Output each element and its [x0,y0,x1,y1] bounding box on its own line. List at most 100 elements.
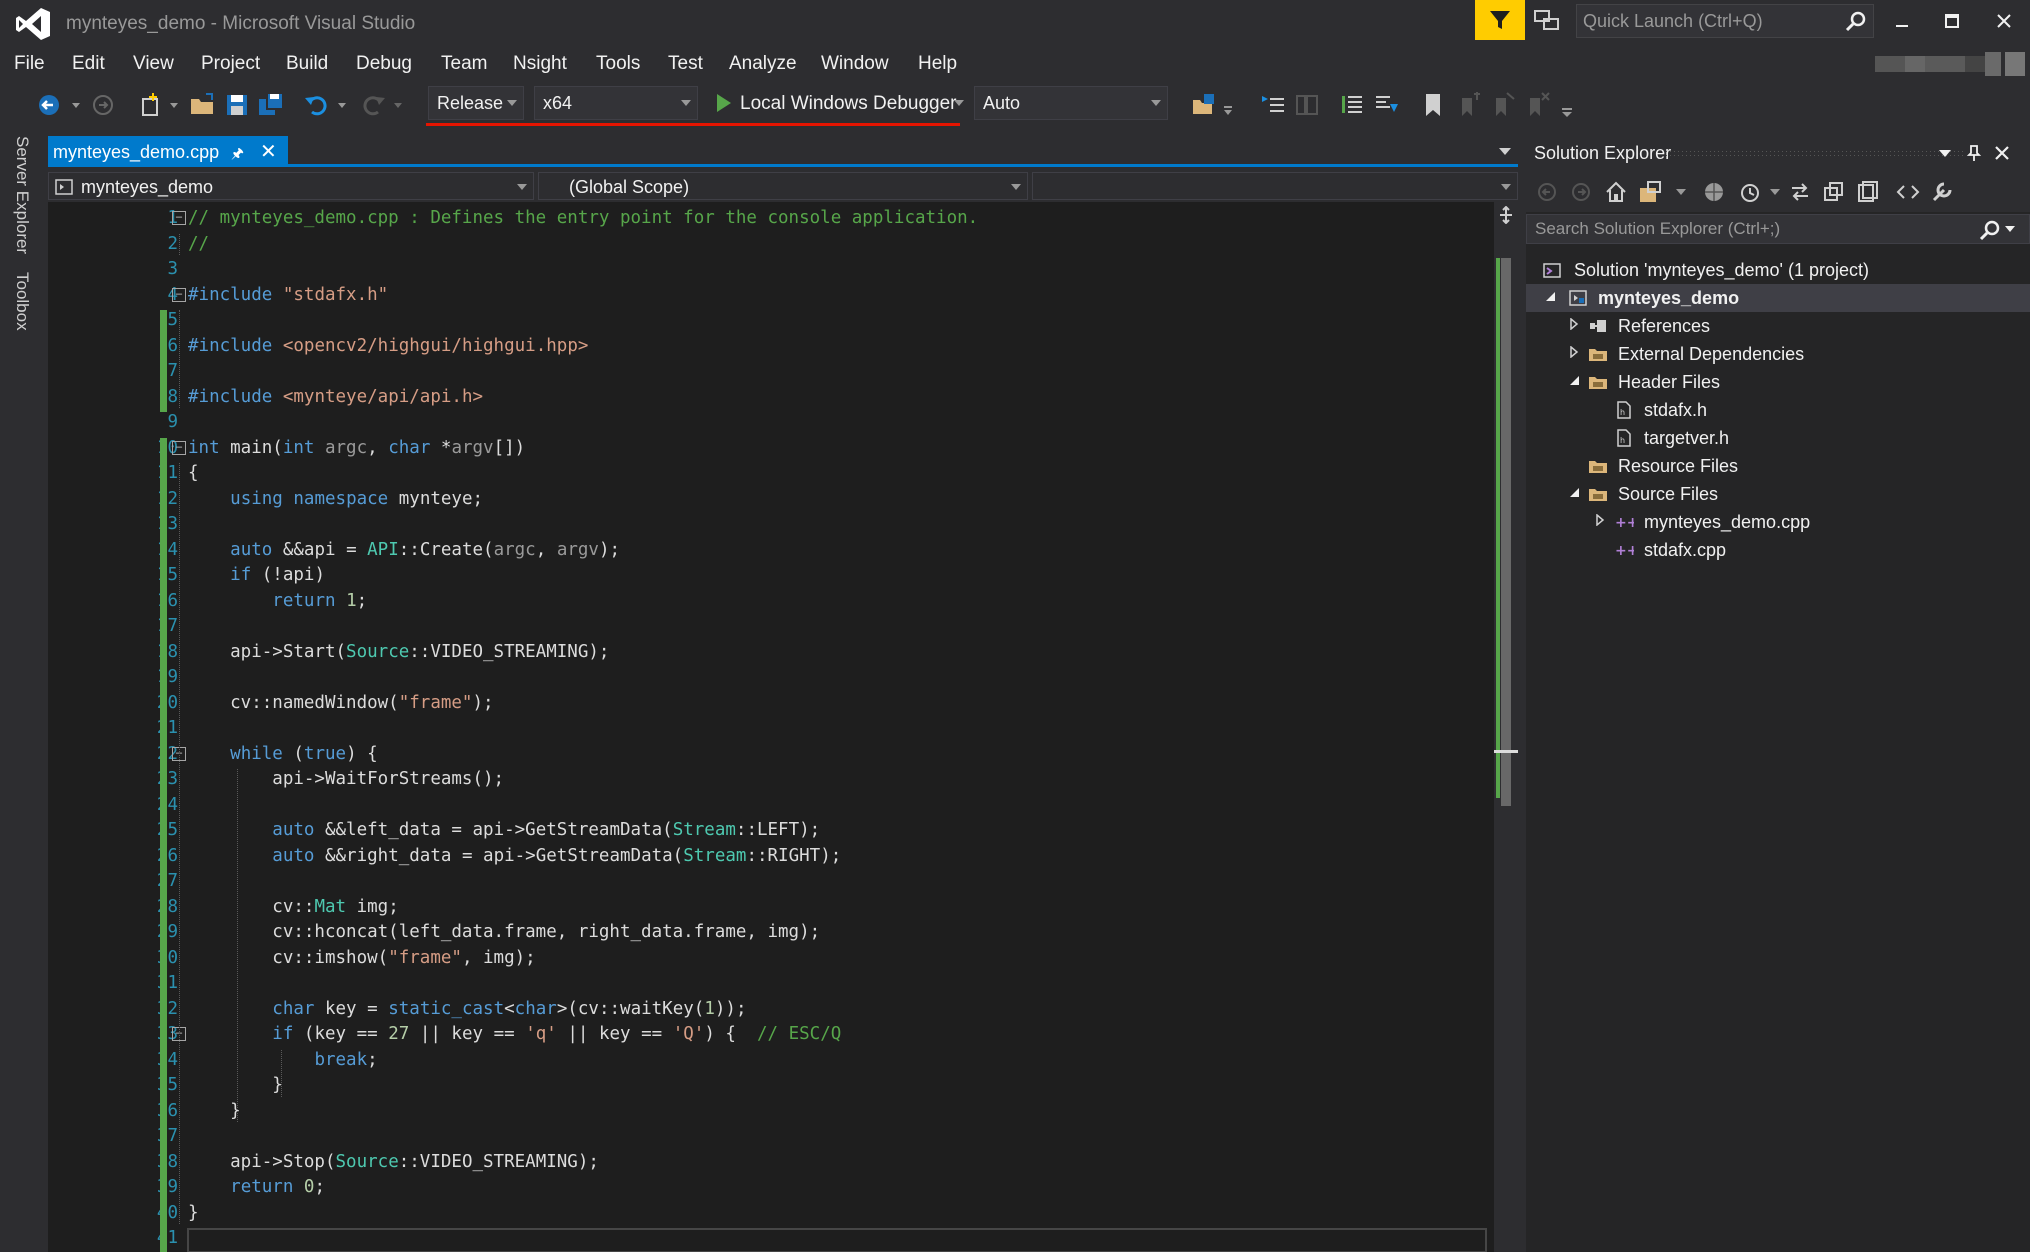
code-line[interactable]: 16 return 1; [48,591,1494,617]
code-line[interactable]: 30 cv::imshow("frame", img); [48,948,1494,974]
code-line[interactable]: 11{ [48,463,1494,489]
view-code-icon[interactable] [1896,180,1920,204]
collapse-all-icon[interactable] [1822,180,1846,204]
clear-bookmarks-icon[interactable] [1522,90,1552,120]
platform-dropdown[interactable]: x64 [534,86,698,120]
chevron-down-icon[interactable] [1770,188,1780,196]
redo-icon[interactable] [358,90,388,120]
pin-icon[interactable] [1966,144,1982,162]
code-line[interactable]: 13 [48,514,1494,540]
code-line[interactable]: 15 if (!api) [48,565,1494,591]
code-line[interactable]: 28 cv::Mat img; [48,897,1494,923]
code-line[interactable]: 38 api->Stop(Source::VIDEO_STREAMING); [48,1152,1494,1178]
tree-item[interactable]: ++ stdafx.cpp [1526,536,2030,564]
menu-debug[interactable]: Debug [356,53,412,75]
undo-icon[interactable] [302,90,332,120]
code-line[interactable]: 19 [48,667,1494,693]
quick-launch-input[interactable] [1577,5,1873,37]
indent-icon[interactable] [1292,90,1322,120]
back-icon[interactable] [1536,181,1558,203]
expanded-arrow-icon[interactable] [1568,374,1582,388]
filter-icon[interactable] [1475,0,1525,40]
uncomment-lines-icon[interactable] [1372,90,1402,120]
menu-tools[interactable]: Tools [596,53,640,75]
bookmark-icon[interactable] [1418,90,1448,120]
maximize-button[interactable] [1932,6,1972,36]
menu-analyze[interactable]: Analyze [729,53,797,75]
navigate-forward-icon[interactable] [88,90,118,120]
code-line[interactable]: 23 api->WaitForStreams(); [48,769,1494,795]
quick-launch-box[interactable] [1576,4,1874,38]
project-dropdown[interactable]: mynteyes_demo [48,172,534,200]
search-icon[interactable] [1979,219,2001,241]
fold-toggle-icon[interactable]: − [172,440,186,455]
code-line[interactable]: 26 auto &&right_data = api->GetStreamDat… [48,846,1494,872]
tree-item[interactable]: h targetver.h [1526,424,2030,452]
minimize-button[interactable] [1882,6,1922,36]
toolbox-tab[interactable]: Toolbox [12,272,32,331]
code-line[interactable]: 22− while (true) { [48,744,1494,770]
chevron-down-icon[interactable] [1676,188,1686,196]
code-line[interactable]: 9 [48,412,1494,438]
search-icon[interactable] [1845,10,1867,32]
code-line[interactable]: 34 break; [48,1050,1494,1076]
chevron-down-icon[interactable] [1498,146,1512,156]
code-line[interactable]: 6 #include <opencv2/highgui/highgui.hpp> [48,336,1494,362]
collapsed-arrow-icon[interactable] [1594,513,1608,528]
code-line[interactable]: 24 [48,795,1494,821]
code-line[interactable]: 14 auto &&api = API::Create(argc, argv); [48,540,1494,566]
code-line[interactable]: 2 // [48,234,1494,260]
menu-window[interactable]: Window [821,53,889,75]
chevron-down-icon[interactable] [954,99,964,107]
chevron-down-icon[interactable] [1938,148,1952,158]
menu-nsight[interactable]: Nsight [513,53,567,75]
menu-test[interactable]: Test [668,53,703,75]
code-line[interactable]: 29 cv::hconcat(left_data.frame, right_da… [48,922,1494,948]
pending-changes-icon[interactable] [1738,180,1762,204]
scrollbar-thumb[interactable] [1501,258,1511,806]
code-line[interactable]: 32 char key = static_cast<char>(cv::wait… [48,999,1494,1025]
menu-team[interactable]: Team [441,53,487,75]
menu-edit[interactable]: Edit [72,53,105,75]
close-icon[interactable] [1994,145,2010,161]
close-icon[interactable]: ✕ [260,139,277,164]
save-icon[interactable] [222,90,252,120]
sync-icon[interactable] [1788,180,1812,204]
save-all-icon[interactable] [256,90,286,120]
chevron-down-icon[interactable] [388,90,418,120]
tree-item[interactable]: mynteyes_demo [1526,284,2030,312]
code-line[interactable]: 3 [48,259,1494,285]
feedback-icon[interactable] [1533,8,1561,34]
tab-mynteyes-demo-cpp[interactable]: mynteyes_demo.cpp 🖈 ✕ [48,136,288,166]
tree-item[interactable]: External Dependencies [1526,340,2030,368]
solution-explorer-search[interactable] [1526,214,2030,244]
chevron-down-icon[interactable] [2005,225,2015,233]
navigate-back-icon[interactable] [34,90,64,120]
outdent-icon[interactable] [1258,90,1288,120]
code-editor[interactable]: 1−// mynteyes_demo.cpp : Defines the ent… [48,202,1494,1252]
globe-icon[interactable] [1702,180,1726,204]
tree-item[interactable]: Source Files [1526,480,2030,508]
next-bookmark-icon[interactable] [1488,90,1518,120]
previous-bookmark-icon[interactable] [1454,90,1484,120]
show-all-files-icon[interactable] [1856,180,1880,204]
menu-file[interactable]: File [14,53,45,75]
collapsed-arrow-icon[interactable] [1568,317,1582,332]
code-line[interactable]: 31 [48,973,1494,999]
menu-build[interactable]: Build [286,53,328,75]
code-line[interactable]: 5 [48,310,1494,336]
fold-toggle-icon[interactable]: − [172,287,186,302]
scope-dropdown[interactable]: (Global Scope) [538,172,1028,200]
code-line[interactable]: 33− if (key == 27 || key == 'q' || key =… [48,1024,1494,1050]
tree-item[interactable]: ++ mynteyes_demo.cpp [1526,508,2030,536]
code-line[interactable]: 36 } [48,1101,1494,1127]
switch-views-icon[interactable] [1638,180,1664,204]
vertical-scrollbar[interactable] [1494,202,1518,1252]
account-avatar[interactable] [1875,52,2025,76]
new-project-icon[interactable] [136,90,166,120]
comment-lines-icon[interactable] [1338,90,1368,120]
solution-search-input[interactable] [1527,215,2029,243]
tree-item[interactable]: Solution 'mynteyes_demo' (1 project) [1526,256,2030,284]
code-line[interactable]: 27 [48,871,1494,897]
configuration-dropdown[interactable]: Release [428,86,524,120]
